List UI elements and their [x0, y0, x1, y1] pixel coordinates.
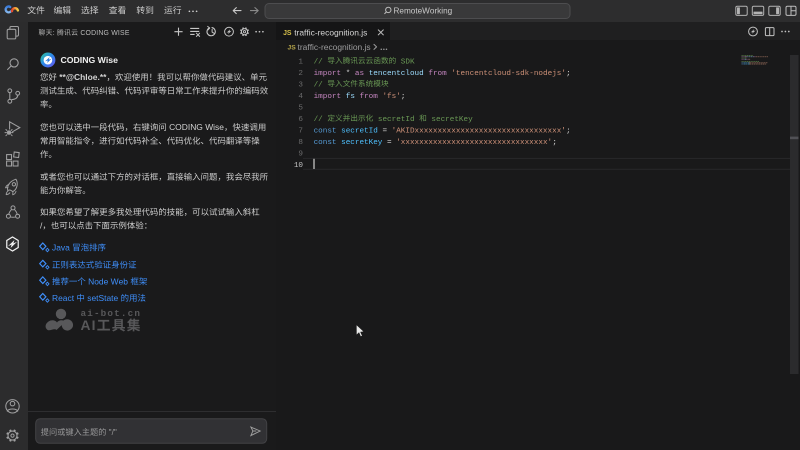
svg-text:import: import	[314, 70, 342, 78]
svg-text:tencentcloud: tencentcloud	[369, 70, 424, 78]
svg-text:=: =	[387, 139, 392, 147]
svg-text://: //	[314, 58, 324, 66]
svg-text:4: 4	[298, 93, 303, 101]
svg-text:;: ;	[566, 70, 571, 78]
svg-text:from: from	[360, 93, 379, 101]
svg-text:secretKey: secretKey	[341, 139, 383, 147]
svg-text:5: 5	[298, 104, 303, 112]
svg-text:SDK: SDK	[401, 58, 415, 66]
svg-text:**@Chloe.**: **@Chloe.**	[59, 72, 107, 82]
svg-text:;: ;	[552, 139, 557, 147]
svg-text:from: from	[428, 70, 447, 78]
svg-text:traffic-recognition.js: traffic-recognition.js	[298, 42, 371, 52]
svg-text:9: 9	[298, 150, 303, 158]
svg-text:1: 1	[298, 58, 303, 66]
svg-text:as: as	[355, 70, 364, 78]
svg-text::: :	[53, 30, 55, 37]
svg-text:AI: AI	[81, 318, 97, 333]
svg-text:const: const	[314, 139, 337, 147]
svg-text:RemoteWorking: RemoteWorking	[394, 7, 453, 16]
svg-text://: //	[314, 81, 324, 89]
svg-text:JS: JS	[283, 30, 292, 37]
svg-text:'fs': 'fs'	[382, 93, 400, 101]
svg-text:traffic-recognition.js: traffic-recognition.js	[294, 27, 367, 37]
svg-text:'xxxxxxxxxxxxxxxxxxxxxxxxxxxxx: 'xxxxxxxxxxxxxxxxxxxxxxxxxxxxxxxx'	[396, 139, 552, 147]
svg-text:fs: fs	[346, 93, 355, 101]
svg-text:CODING Wise: CODING Wise	[61, 55, 119, 65]
svg-text:import: import	[314, 93, 342, 101]
svg-text:secretId: secretId	[378, 116, 415, 124]
svg-text:'AKIDxxxxxxxxxxxxxxxxxxxxxxxxx: 'AKIDxxxxxxxxxxxxxxxxxxxxxxxxxxxxxxxx'	[392, 127, 566, 135]
svg-text://: //	[314, 116, 324, 124]
svg-text:=: =	[382, 127, 387, 135]
svg-text:3: 3	[298, 81, 303, 89]
svg-text:CODING WISE: CODING WISE	[80, 30, 129, 37]
svg-text:"/": "/"	[109, 428, 117, 437]
svg-text:*: *	[346, 70, 351, 78]
svg-text:10: 10	[294, 162, 304, 170]
svg-text:secretId: secretId	[341, 127, 378, 135]
svg-text:Node Web: Node Web	[88, 276, 128, 286]
svg-text:JS: JS	[288, 45, 297, 52]
svg-text:'tencentcloud-sdk-nodejs': 'tencentcloud-sdk-nodejs'	[451, 70, 566, 78]
svg-text:2: 2	[298, 70, 303, 78]
svg-text:;: ;	[401, 93, 406, 101]
svg-text:React: React	[52, 293, 75, 303]
svg-text:7: 7	[298, 127, 303, 135]
svg-text:8: 8	[298, 139, 303, 147]
svg-text:;: ;	[566, 127, 571, 135]
svg-text:6: 6	[298, 116, 303, 124]
svg-text:const: const	[314, 127, 337, 135]
svg-text:setState: setState	[87, 293, 118, 303]
svg-text:CODING Wise: CODING Wise	[169, 122, 224, 132]
svg-text:Java: Java	[52, 243, 70, 253]
svg-text:secretKey: secretKey	[431, 116, 473, 124]
